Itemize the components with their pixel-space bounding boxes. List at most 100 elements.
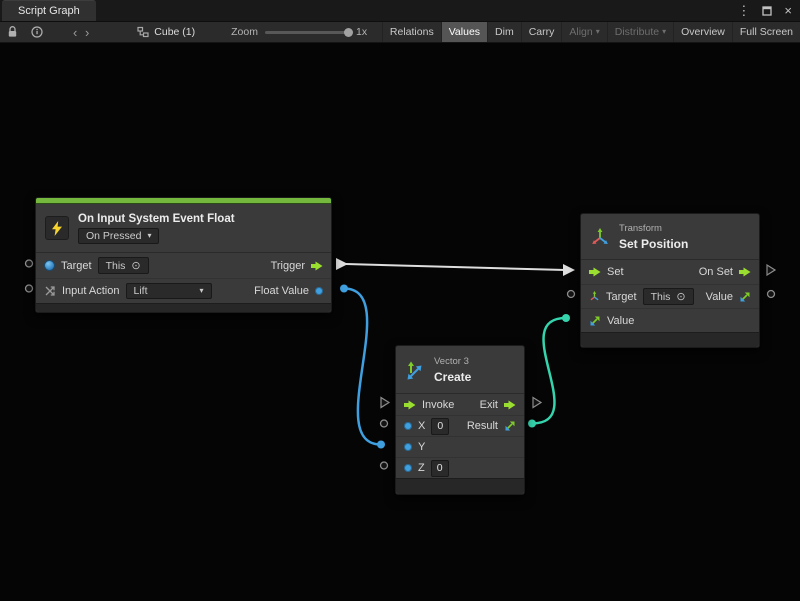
wire-floatvalue-to-y[interactable] — [344, 289, 381, 445]
tab-title: Script Graph — [18, 5, 80, 17]
port-event-inputaction-input[interactable] — [26, 285, 33, 292]
event-mode-value: On Pressed — [86, 230, 141, 242]
target-object-chip[interactable]: This ⊙ — [98, 257, 149, 274]
overview-button[interactable]: Overview — [673, 22, 732, 42]
port-x-input[interactable] — [381, 420, 388, 427]
flow-arrow-icon[interactable] — [504, 400, 516, 410]
result-port-label: Result — [467, 420, 498, 432]
breadcrumb-arrows-icon[interactable]: ‹ › — [73, 25, 91, 40]
onset-port-label: On Set — [699, 266, 733, 278]
wire-result-to-value[interactable] — [532, 318, 566, 424]
lightning-icon — [45, 216, 69, 240]
node-vector3-create[interactable]: Vector 3 Create Invoke Exit — [395, 345, 525, 495]
row-z: Z 0 — [396, 457, 524, 478]
port-y-connected[interactable] — [377, 441, 385, 449]
fullscreen-button[interactable]: Full Screen — [732, 22, 800, 42]
x-port-label: X — [418, 420, 425, 432]
graph-object-breadcrumb[interactable]: Cube (1) — [137, 26, 195, 38]
target-object-chip[interactable]: This ⊙ — [643, 288, 694, 305]
zoom-slider[interactable] — [265, 31, 349, 34]
x-value-input[interactable]: 0 — [431, 418, 449, 435]
vector-port-icon[interactable] — [504, 420, 516, 432]
graph-canvas[interactable]: On Input System Event Float On Pressed ▾… — [0, 43, 800, 601]
row-input-action: Input Action Lift ▾ Float Value — [36, 278, 331, 303]
flow-arrow-icon[interactable] — [739, 267, 751, 277]
node-subtitle: Transform — [619, 223, 662, 234]
lock-icon[interactable] — [7, 26, 18, 38]
z-port-dot[interactable] — [404, 464, 412, 472]
invoke-port-label: Invoke — [422, 399, 454, 411]
zoom-label: Zoom — [231, 26, 258, 38]
y-port-dot[interactable] — [404, 443, 412, 451]
node-title: Create — [434, 370, 471, 384]
port-value-output[interactable] — [768, 291, 775, 298]
port-z-input[interactable] — [381, 462, 388, 469]
z-value-input[interactable]: 0 — [431, 460, 449, 477]
close-icon[interactable]: × — [784, 4, 792, 17]
input-action-dropdown[interactable]: Lift ▾ — [126, 283, 212, 299]
value-out-port-label: Value — [706, 291, 733, 303]
gameobject-icon — [44, 260, 55, 271]
flow-arrow-icon[interactable] — [311, 261, 323, 271]
port-value-in-connected[interactable] — [562, 314, 570, 322]
row-y: Y — [396, 436, 524, 457]
flow-arrow-icon[interactable] — [589, 267, 601, 277]
info-icon[interactable] — [31, 26, 43, 38]
z-port-label: Z — [418, 462, 425, 474]
wire-trigger-to-set[interactable] — [346, 264, 565, 270]
object-picker-icon: ⊙ — [131, 259, 140, 272]
chevron-down-icon: ▾ — [147, 232, 151, 240]
row-set: Set On Set — [581, 260, 759, 284]
node-subtitle: Vector 3 — [434, 356, 469, 367]
wire-end-arrow[interactable] — [563, 264, 575, 276]
distribute-dropdown-button[interactable]: Distribute▾ — [607, 22, 673, 42]
row-target: Target This ⊙ Trigger — [36, 253, 331, 278]
target-port-label: Target — [61, 260, 92, 272]
x-port-dot[interactable] — [404, 422, 412, 430]
kebab-menu-icon[interactable]: ⋮ — [737, 4, 750, 17]
row-value-in: Value — [581, 308, 759, 332]
script-graph-icon — [137, 26, 149, 38]
node-title: Set Position — [619, 237, 688, 251]
window-titlebar: Script Graph ⋮ × — [0, 0, 800, 22]
port-setposition-target-input[interactable] — [568, 291, 575, 298]
float-port-dot[interactable] — [315, 287, 323, 295]
zoom-value: 1x — [356, 26, 367, 38]
port-result-connected[interactable] — [528, 420, 536, 428]
exit-port-label: Exit — [480, 399, 498, 411]
target-object-value: This — [651, 291, 671, 303]
event-mode-dropdown[interactable]: On Pressed ▾ — [78, 228, 159, 244]
node-footer — [581, 332, 759, 347]
values-button[interactable]: Values — [441, 22, 487, 42]
port-invoke-input[interactable] — [381, 398, 389, 408]
graph-object-label: Cube (1) — [154, 26, 195, 38]
set-port-label: Set — [607, 266, 624, 278]
relations-button[interactable]: Relations — [382, 22, 441, 42]
input-action-port-label: Input Action — [62, 285, 120, 297]
node-footer — [396, 478, 524, 494]
flow-arrow-icon[interactable] — [404, 400, 416, 410]
vector-port-icon[interactable] — [589, 315, 601, 327]
vector-port-icon[interactable] — [739, 291, 751, 303]
port-event-target-input[interactable] — [26, 260, 33, 267]
row-target: Target This ⊙ Value — [581, 284, 759, 308]
zoom-slider-handle[interactable] — [344, 28, 353, 37]
maximize-icon[interactable] — [762, 6, 772, 16]
graph-toolbar: ‹ › Cube (1) Zoom 1x Relations Values Di… — [0, 22, 800, 43]
transform-axes-icon — [589, 291, 600, 302]
align-dropdown-button[interactable]: Align▾ — [561, 22, 606, 42]
y-port-label: Y — [418, 441, 425, 453]
port-floatvalue-connected[interactable] — [340, 285, 348, 293]
carry-button[interactable]: Carry — [521, 22, 562, 42]
node-title: On Input System Event Float — [78, 213, 235, 225]
input-action-value: Lift — [134, 285, 148, 297]
node-footer — [36, 303, 331, 312]
tab-script-graph[interactable]: Script Graph — [2, 0, 96, 21]
target-port-label: Target — [606, 291, 637, 303]
port-onset-output[interactable] — [767, 265, 775, 275]
dim-button[interactable]: Dim — [487, 22, 521, 42]
node-on-input-system-event-float[interactable]: On Input System Event Float On Pressed ▾… — [35, 197, 332, 313]
port-exit-output[interactable] — [533, 398, 541, 408]
target-object-value: This — [106, 260, 126, 272]
node-transform-set-position[interactable]: Transform Set Position Set On Set — [580, 213, 760, 348]
